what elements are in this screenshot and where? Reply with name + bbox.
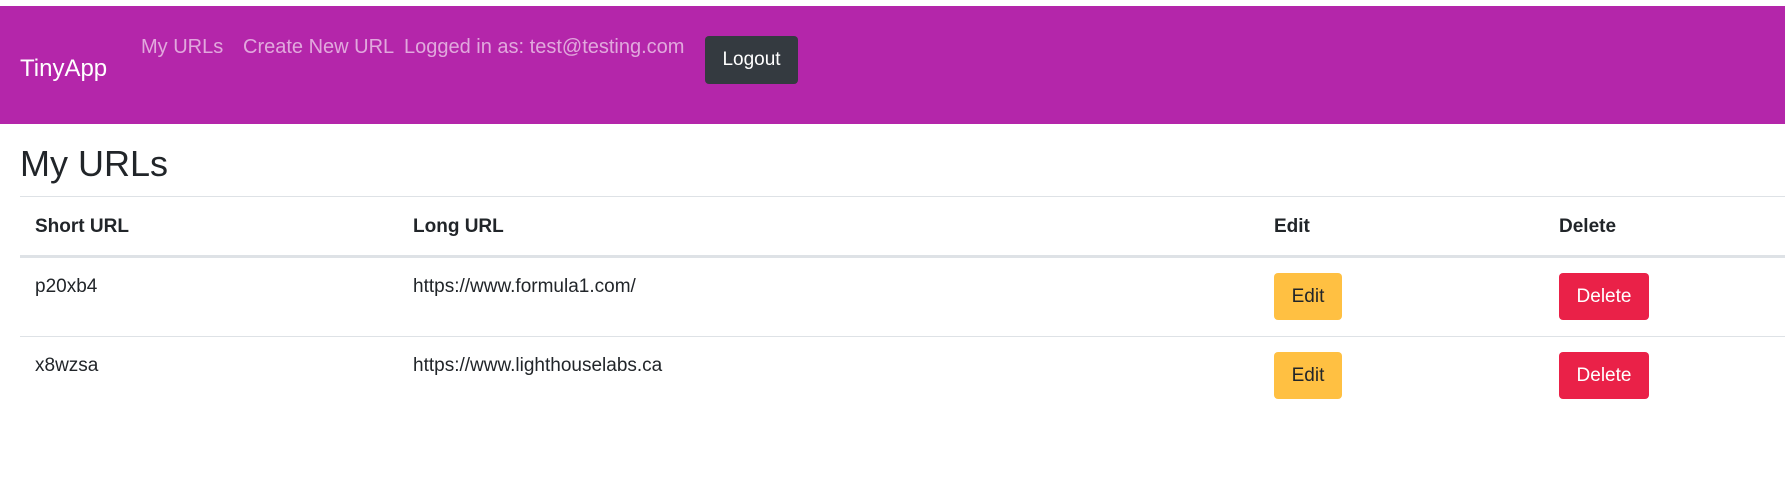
edit-button[interactable]: Edit [1274, 273, 1342, 320]
header-delete: Delete [1559, 216, 1617, 237]
edit-cell: Edit [1274, 352, 1342, 399]
navbar: TinyApp My URLs Create New URL Logged in… [0, 6, 1785, 124]
long-url-cell: https://www.formula1.com/ [413, 276, 636, 297]
logged-in-user-text: Logged in as: test@testing.com [404, 36, 685, 58]
long-url-cell: https://www.lighthouselabs.ca [413, 355, 663, 376]
logout-button[interactable]: Logout [705, 36, 798, 84]
table-row: p20xb4 https://www.formula1.com/ Edit De… [20, 257, 1785, 336]
header-short-url: Short URL [35, 216, 129, 237]
delete-button[interactable]: Delete [1559, 352, 1649, 399]
edit-cell: Edit [1274, 273, 1342, 320]
brand-link[interactable]: TinyApp [20, 55, 107, 83]
header-edit: Edit [1274, 216, 1310, 237]
table-header-row: Short URL Long URL Edit Delete [20, 196, 1785, 257]
nav-my-urls-link[interactable]: My URLs [141, 35, 223, 59]
delete-button[interactable]: Delete [1559, 273, 1649, 320]
edit-button[interactable]: Edit [1274, 352, 1342, 399]
nav-create-new-url-link[interactable]: Create New URL [243, 35, 394, 59]
header-long-url: Long URL [413, 216, 504, 237]
table-row: x8wzsa https://www.lighthouselabs.ca Edi… [20, 336, 1785, 415]
urls-table: Short URL Long URL Edit Delete p20xb4 ht… [20, 196, 1785, 415]
short-url-cell: x8wzsa [35, 355, 99, 376]
delete-cell: Delete [1559, 273, 1649, 320]
page-title: My URLs [20, 143, 169, 184]
short-url-cell: p20xb4 [35, 276, 98, 297]
delete-cell: Delete [1559, 352, 1649, 399]
